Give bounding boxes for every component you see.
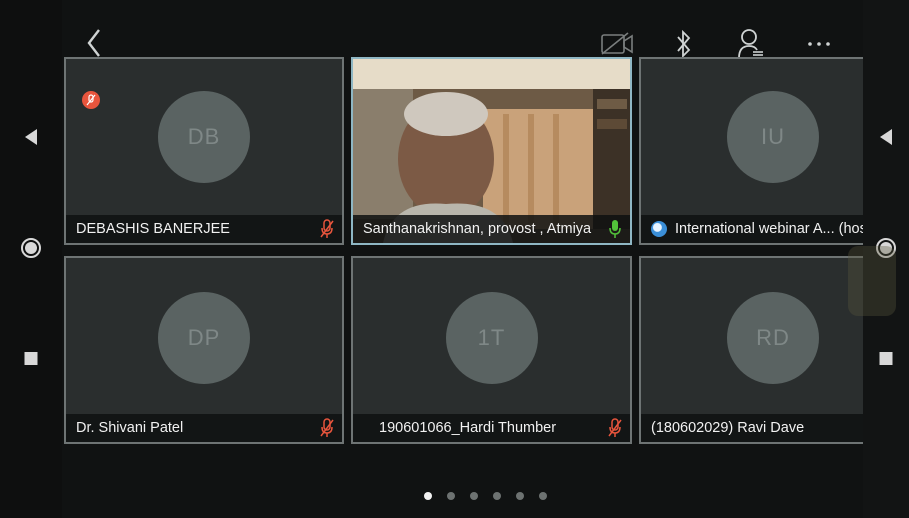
- nav-recents-icon[interactable]: [879, 352, 893, 365]
- page-dot[interactable]: [470, 492, 478, 500]
- participants-icon[interactable]: [737, 28, 765, 60]
- avatar: DB: [158, 91, 250, 183]
- mic-muted-icon: [608, 418, 622, 437]
- participant-name: Santhanakrishnan, provost , Atmiya: [363, 221, 592, 237]
- page-dot-active[interactable]: [424, 492, 432, 500]
- page-dot[interactable]: [539, 492, 547, 500]
- avatar: 1T: [445, 292, 538, 384]
- avatar: DP: [158, 292, 250, 384]
- page-dot[interactable]: [493, 492, 501, 500]
- nav-home-icon[interactable]: [21, 238, 41, 258]
- participant-name-bar: DEBASHIS BANERJEE: [66, 215, 342, 243]
- participant-name-bar: International webinar A... (host): [641, 215, 899, 243]
- host-badge-icon: [651, 221, 667, 237]
- mic-muted-icon: [320, 219, 334, 238]
- page-dot[interactable]: [516, 492, 524, 500]
- mic-muted-icon: [320, 418, 334, 437]
- participant-name: Dr. Shivani Patel: [76, 420, 184, 436]
- participant-name-bar: Dr. Shivani Patel: [66, 414, 342, 442]
- meeting-stage: DB DEBASHIS BANERJEE Santhanakrishnan, p…: [62, 0, 901, 518]
- back-icon[interactable]: [86, 28, 102, 58]
- participant-name-bar: 190601066_Hardi Thumber: [353, 414, 630, 442]
- nav-back-icon[interactable]: [880, 129, 892, 145]
- participant-name-bar: Santhanakrishnan, provost , Atmiya: [353, 215, 630, 243]
- nav-back-icon[interactable]: [25, 129, 37, 145]
- participant-name: 190601066_Hardi Thumber: [379, 420, 557, 436]
- mic-active-icon: [609, 220, 621, 238]
- page-dot[interactable]: [447, 492, 455, 500]
- participant-tile[interactable]: DB DEBASHIS BANERJEE: [64, 57, 344, 245]
- participant-tile[interactable]: IU International webinar A... (host): [639, 57, 901, 245]
- participant-tile[interactable]: DP Dr. Shivani Patel: [64, 256, 344, 444]
- system-nav-left: [0, 0, 62, 518]
- participant-tile-active-speaker[interactable]: Santhanakrishnan, provost , Atmiya: [351, 57, 632, 245]
- participant-name: International webinar A... (host): [675, 221, 876, 237]
- participant-name: (180602029) Ravi Dave: [651, 420, 805, 436]
- muted-badge-icon: [82, 91, 100, 109]
- avatar: RD: [727, 292, 819, 384]
- participant-tile[interactable]: 1T 190601066_Hardi Thumber: [351, 256, 632, 444]
- video-off-icon[interactable]: [600, 32, 634, 56]
- participant-name-bar: (180602029) Ravi Dave: [641, 414, 899, 442]
- avatar: IU: [727, 91, 819, 183]
- page-indicator: [424, 492, 547, 500]
- floating-mic-ghost: [848, 246, 896, 316]
- nav-recents-icon[interactable]: [24, 352, 38, 365]
- bluetooth-icon[interactable]: [675, 28, 693, 60]
- more-icon[interactable]: [807, 40, 831, 48]
- participant-name: DEBASHIS BANERJEE: [76, 221, 230, 237]
- meeting-toolbar: [62, 0, 898, 59]
